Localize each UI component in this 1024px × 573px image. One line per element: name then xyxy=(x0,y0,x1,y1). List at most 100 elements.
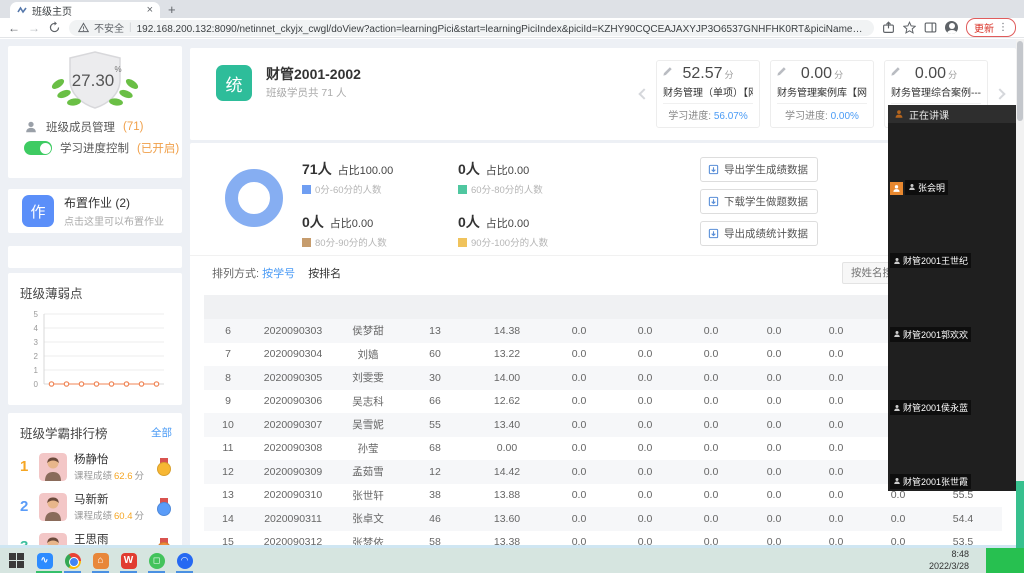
ranking-row[interactable]: 2 马新新 课程成绩60.4分 xyxy=(20,491,172,522)
mic-person-icon xyxy=(893,330,901,338)
medal-icon xyxy=(156,458,172,476)
video-tiles: 张会明 财管2001王世纪 财管2001郭欢欢 xyxy=(888,123,1016,491)
class-title: 财管2001-2002 xyxy=(266,64,361,84)
student-avatar xyxy=(39,453,67,481)
video-tile[interactable]: 张会明 xyxy=(888,123,1016,197)
table-row[interactable]: 142020090311 张卓文46 13.600.0 0.00.0 0.00.… xyxy=(204,507,1002,531)
table-row[interactable]: 102020090307 吴雪妮55 13.400.0 0.00.0 0.00.… xyxy=(204,413,1002,437)
chevron-right-icon[interactable] xyxy=(994,88,1005,99)
update-button[interactable]: 更新 ⋮ xyxy=(966,18,1016,37)
student-name: 杨静怡 xyxy=(74,451,149,467)
svg-text:5: 5 xyxy=(34,310,39,319)
taskbar-chrome[interactable] xyxy=(64,552,81,569)
taskbar-wps[interactable]: W xyxy=(120,552,137,569)
course-score-value: 0.00分 xyxy=(777,65,867,83)
ranking-all-link[interactable]: 全部 xyxy=(151,425,172,440)
back-button[interactable]: ← xyxy=(8,22,20,34)
table-row[interactable]: 62020090303 侯梦甜13 14.380.0 0.00.0 0.00.0… xyxy=(204,319,1002,343)
taskbar-clock[interactable]: 8:48 2022/3/28 xyxy=(929,549,975,572)
table-body: 62020090303 侯梦甜13 14.380.0 0.00.0 0.00.0… xyxy=(204,319,1002,548)
svg-text:1: 1 xyxy=(34,366,39,375)
mic-person-icon xyxy=(893,477,901,485)
gauge-value: 27.30 xyxy=(72,71,115,90)
course-score: 课程成绩62.6分 xyxy=(74,468,149,482)
start-button[interactable] xyxy=(8,552,25,569)
table-row[interactable]: 122020090309 孟茹雪12 14.420.0 0.00.0 0.00.… xyxy=(204,460,1002,484)
sort-row: 排列方式: 按学号 按排名 xyxy=(212,265,351,281)
share-icon[interactable] xyxy=(882,21,895,34)
sort-label: 排列方式: xyxy=(212,268,262,280)
ranking-card: 班级学霸排行榜 全部 1 杨静怡 课程成绩62 xyxy=(8,413,182,548)
security-warning-icon xyxy=(78,22,89,33)
edit-icon[interactable] xyxy=(662,66,673,77)
video-tile[interactable]: 财管2001侯永蓝 xyxy=(888,344,1016,418)
table-row[interactable]: 132020090310 张世轩38 13.880.0 0.00.0 0.00.… xyxy=(204,484,1002,508)
participant-name-label: 财管2001王世纪 xyxy=(890,253,971,268)
video-conference-panel: 正在讲课 张会明 xyxy=(888,105,1016,491)
students-table: 62020090303 侯梦甜13 14.380.0 0.00.0 0.00.0… xyxy=(204,295,1002,548)
conference-status-bar: 正在讲课 xyxy=(888,105,1016,123)
side-panel-icon[interactable] xyxy=(924,21,937,34)
mic-person-icon xyxy=(908,183,916,191)
taskbar-browser-home[interactable]: ⌂ xyxy=(92,552,109,569)
table-row[interactable]: 82020090305 刘雯雯30 14.000.0 0.00.0 0.00.0… xyxy=(204,366,1002,390)
export-button[interactable]: 下载学生做题数据 xyxy=(700,189,818,214)
video-tile[interactable]: 财管2001张世霞 xyxy=(888,417,1016,491)
svg-text:3: 3 xyxy=(34,338,39,347)
distribution-legend: 71人占比100.00 0分-60分的人数 0人占比0.00 60分-80分的人… xyxy=(302,159,632,249)
address-bar[interactable]: 不安全 | 192.168.200.132:8090/netinnet_ckyj… xyxy=(69,20,874,36)
forward-button[interactable]: → xyxy=(28,22,40,34)
meeting-app-icon: ∿ xyxy=(37,553,53,569)
sort-by-id-link[interactable]: 按学号 xyxy=(262,268,295,280)
sort-by-rank-link[interactable]: 按排名 xyxy=(308,268,341,280)
export-icon xyxy=(708,228,719,239)
chevron-left-icon[interactable] xyxy=(638,88,649,99)
stats-badge-icon: 统 xyxy=(216,65,252,101)
taskbar-meeting-app[interactable]: ∿ xyxy=(36,552,53,569)
chrome-icon xyxy=(65,553,81,569)
tab-close-icon[interactable]: × xyxy=(147,4,153,16)
rank-number: 1 xyxy=(20,458,32,475)
course-score-value: 0.00分 xyxy=(891,65,981,83)
score-shield-icon: 27.30 % xyxy=(36,50,154,114)
export-button[interactable]: 导出学生成绩数据 xyxy=(700,157,818,182)
scrollbar-thumb[interactable] xyxy=(1017,41,1023,121)
mic-person-icon xyxy=(893,404,901,412)
export-button[interactable]: 导出成绩统计数据 xyxy=(700,221,818,246)
legend-swatch xyxy=(302,238,311,247)
export-icon xyxy=(708,164,719,175)
legend-swatch xyxy=(302,185,311,194)
bookmark-star-icon[interactable] xyxy=(903,21,916,34)
progress-toggle[interactable] xyxy=(24,141,52,155)
legend-item: 0人占比0.00 60分-80分的人数 xyxy=(458,159,614,196)
assign-homework-card[interactable]: 作 布置作业 (2) 点击这里可以布置作业 xyxy=(8,189,182,233)
progress-state: (已开启) xyxy=(137,140,179,156)
browser-tab[interactable]: 班级主页 × xyxy=(10,2,160,18)
taskbar-wechat[interactable]: ◻ xyxy=(148,552,165,569)
edit-icon[interactable] xyxy=(776,66,787,77)
course-score-card[interactable]: 0.00分 财务管理案例库【网中... 学习进度: 0.00% xyxy=(770,60,874,128)
course-score-card[interactable]: 52.57分 财务管理（单项）【网... 学习进度: 56.07% xyxy=(656,60,760,128)
address-separator: | xyxy=(129,22,132,33)
taskbar-feishu[interactable]: ◠ xyxy=(176,552,193,569)
table-row[interactable]: 92020090306 吴志科66 12.620.0 0.00.0 0.00.0… xyxy=(204,390,1002,414)
edit-icon[interactable] xyxy=(890,66,901,77)
new-tab-button[interactable]: + xyxy=(168,2,176,18)
table-row[interactable]: 72020090304 刘嫱60 13.220.0 0.00.0 0.00.0 … xyxy=(204,343,1002,367)
member-count: (71) xyxy=(123,121,143,133)
menu-icon[interactable]: ⋮ xyxy=(998,22,1008,33)
video-tile[interactable]: 财管2001王世纪 xyxy=(888,197,1016,271)
legend-swatch xyxy=(458,238,467,247)
speaker-icon xyxy=(894,109,904,119)
reload-button[interactable] xyxy=(48,21,61,34)
svg-text:2: 2 xyxy=(34,352,39,361)
ranking-row[interactable]: 1 杨静怡 课程成绩62.6分 xyxy=(20,451,172,482)
home-browser-icon: ⌂ xyxy=(93,553,109,569)
table-row[interactable]: 112020090308 孙莹68 0.000.0 0.00.0 0.00.0 … xyxy=(204,437,1002,461)
update-label: 更新 xyxy=(974,20,994,35)
video-tile[interactable]: 财管2001郭欢欢 xyxy=(888,270,1016,344)
member-management-item[interactable]: 班级成员管理 (71) xyxy=(8,114,182,135)
legend-swatch xyxy=(458,185,467,194)
profile-avatar[interactable] xyxy=(945,21,958,34)
browser-scrollbar[interactable] xyxy=(1016,39,1024,548)
